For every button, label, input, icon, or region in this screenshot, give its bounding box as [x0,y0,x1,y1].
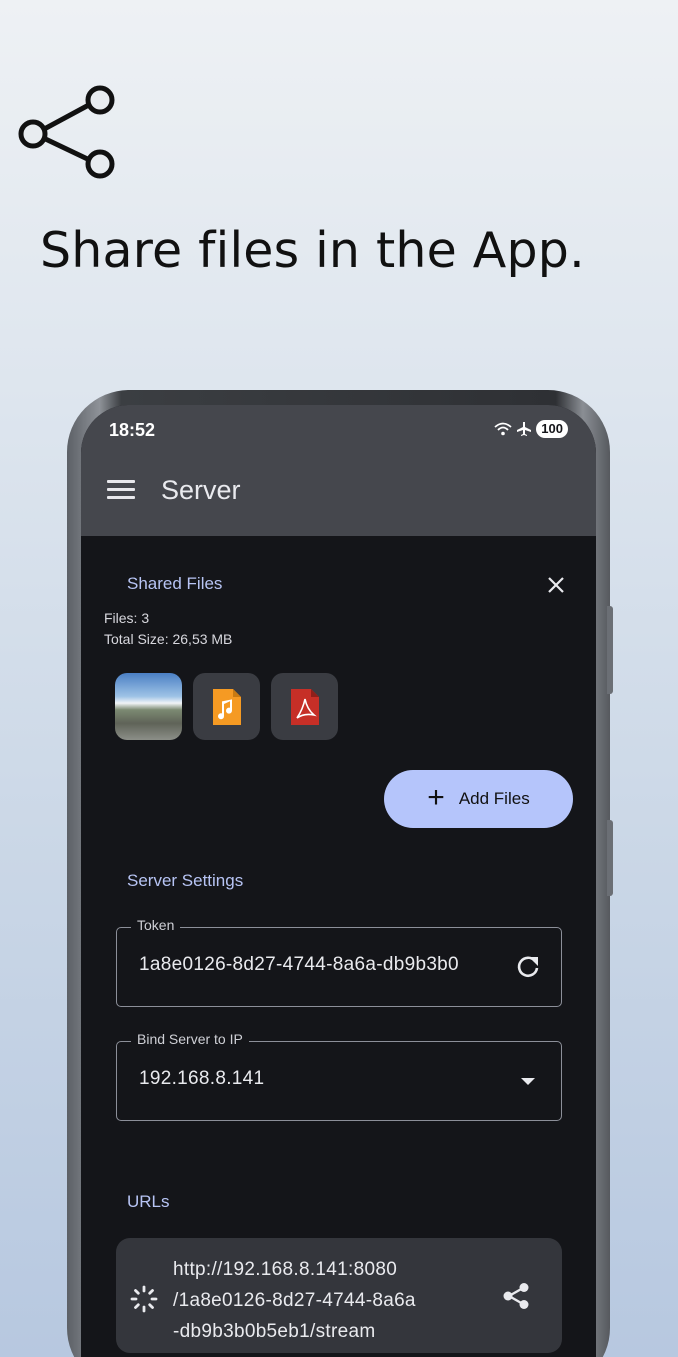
phone-volume-button [607,606,613,694]
add-files-label: Add Files [458,789,530,808]
share-icon [18,85,115,179]
airplane-mode-icon [517,422,532,436]
token-value: 1a8e0126-8d27-4744-8a6a-db9b3b0 [139,954,459,975]
music-file-icon [212,688,241,725]
status-time: 18:52 [109,420,156,440]
url-text: http://192.168.8.141:8080 /1a8e0126-8d27… [173,1254,416,1347]
page-title: Server [161,475,241,505]
bind-ip-dropdown[interactable]: Bind Server to IP 192.168.8.141 [116,1031,562,1121]
close-icon[interactable] [545,574,567,596]
bind-ip-label: Bind Server to IP [131,1031,249,1047]
pdf-file-icon [290,688,319,725]
pdf-file-thumbnail[interactable] [271,673,338,740]
add-files-button[interactable]: + Add Files [384,770,573,828]
url-line: -db9b3b0b5eb1/stream [173,1321,376,1342]
share-url-icon[interactable] [501,1281,531,1311]
chevron-down-icon[interactable] [521,1078,535,1085]
battery-indicator: 100 [536,420,568,438]
url-item[interactable]: http://192.168.8.141:8080 /1a8e0126-8d27… [116,1238,562,1353]
phone-power-button [607,820,613,896]
status-icons: 100 [494,420,568,438]
plus-icon: + [427,780,445,814]
bind-ip-value: 192.168.8.141 [139,1068,265,1089]
hamburger-menu-icon[interactable] [107,480,135,502]
files-count: Files: 3 [104,610,150,626]
server-settings-title: Server Settings [127,871,244,890]
phone-screen: 18:52 100 Server Shared Files Files: 3 T… [81,405,596,1357]
token-field[interactable]: Token 1a8e0126-8d27-4744-8a6a-db9b3b0 [116,917,562,1007]
refresh-icon[interactable] [515,954,541,980]
photo-thumbnail[interactable] [115,673,182,740]
urls-title: URLs [127,1192,170,1211]
url-line: /1a8e0126-8d27-4744-8a6a [173,1290,416,1311]
token-label: Token [131,917,181,933]
app-bar: 18:52 100 Server [81,405,596,536]
audio-file-thumbnail[interactable] [193,673,260,740]
loading-spinner-icon [130,1285,158,1313]
url-line: http://192.168.8.141:8080 [173,1259,398,1280]
shared-files-title: Shared Files [127,574,223,593]
total-size: Total Size: 26,53 MB [104,631,233,647]
promo-headline: Share files in the App. [40,222,585,279]
wifi-icon [494,422,512,436]
